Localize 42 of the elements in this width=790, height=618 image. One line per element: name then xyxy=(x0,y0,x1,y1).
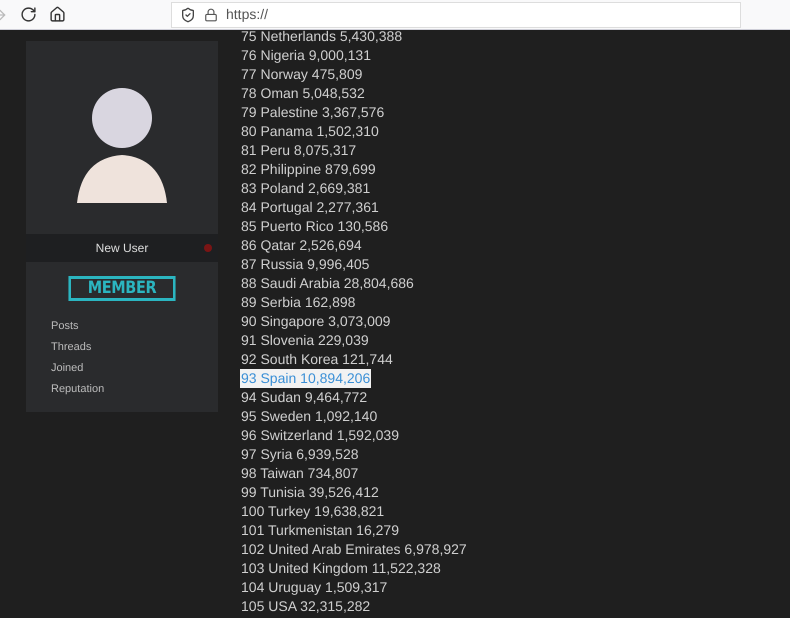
shield-icon[interactable] xyxy=(180,6,196,22)
list-line: 76 Nigeria 9,000,131 xyxy=(240,46,372,65)
list-line: 105 USA 32,315,282 xyxy=(240,597,372,616)
list-line: 79 Palestine 3,367,576 xyxy=(240,103,386,122)
list-line: 98 Taiwan 734,807 xyxy=(240,464,360,483)
list-line: 103 United Kingdom 11,522,328 xyxy=(240,559,442,578)
member-badge: MEMBER xyxy=(68,276,176,301)
list-line: 82 Philippine 879,699 xyxy=(240,160,377,179)
lock-icon xyxy=(204,8,218,22)
list-line: 86 Qatar 2,526,694 xyxy=(240,236,363,255)
url-text: https:// xyxy=(226,5,268,24)
list-line: 75 Netherlands 5,430,388 xyxy=(240,27,404,46)
list-line: 100 Turkey 19,638,821 xyxy=(240,502,386,521)
stat-label: Reputation xyxy=(51,382,106,396)
stat-label: Joined xyxy=(51,361,84,375)
list-line: 97 Syria 6,939,528 xyxy=(240,445,360,464)
list-line: 99 Tunisia 39,526,412 xyxy=(240,483,380,502)
list-line: 101 Turkmenistan 16,279 xyxy=(240,521,400,540)
list-line: 88 Saudi Arabia 28,804,686 xyxy=(240,274,415,293)
list-line: 94 Sudan 9,464,772 xyxy=(240,388,368,407)
list-line: 80 Panama 1,502,310 xyxy=(240,122,380,141)
list-line: 81 Peru 8,075,317 xyxy=(240,141,358,160)
list-line: 95 Sweden 1,092,140 xyxy=(240,407,378,426)
list-line: 91 Slovenia 229,039 xyxy=(240,331,370,350)
list-line: 78 Oman 5,048,532 xyxy=(240,84,366,103)
list-line: 83 Poland 2,669,381 xyxy=(240,179,372,198)
list-line: 96 Switzerland 1,592,039 xyxy=(240,426,400,445)
list-line: 102 United Arab Emirates 6,978,927 xyxy=(240,540,468,559)
list-line: 90 Singapore 3,073,009 xyxy=(240,312,392,331)
list-line: 89 Serbia 162,898 xyxy=(240,293,356,312)
stat-label: Posts xyxy=(51,319,80,333)
list-line: 92 South Korea 121,744 xyxy=(240,350,394,369)
list-line: 77 Norway 475,809 xyxy=(240,65,364,84)
stat-label: Threads xyxy=(51,340,92,354)
list-line: 84 Portugal 2,277,361 xyxy=(240,198,380,217)
list-line: 104 Uruguay 1,509,317 xyxy=(240,578,388,597)
list-line: 87 Russia 9,996,405 xyxy=(240,255,370,274)
home-icon[interactable] xyxy=(49,6,66,23)
rank-title: New User xyxy=(96,240,148,257)
address-bar[interactable]: https:// xyxy=(171,2,741,28)
list-line: 85 Puerto Rico 130,586 xyxy=(240,217,390,236)
reload-icon[interactable] xyxy=(20,6,37,23)
